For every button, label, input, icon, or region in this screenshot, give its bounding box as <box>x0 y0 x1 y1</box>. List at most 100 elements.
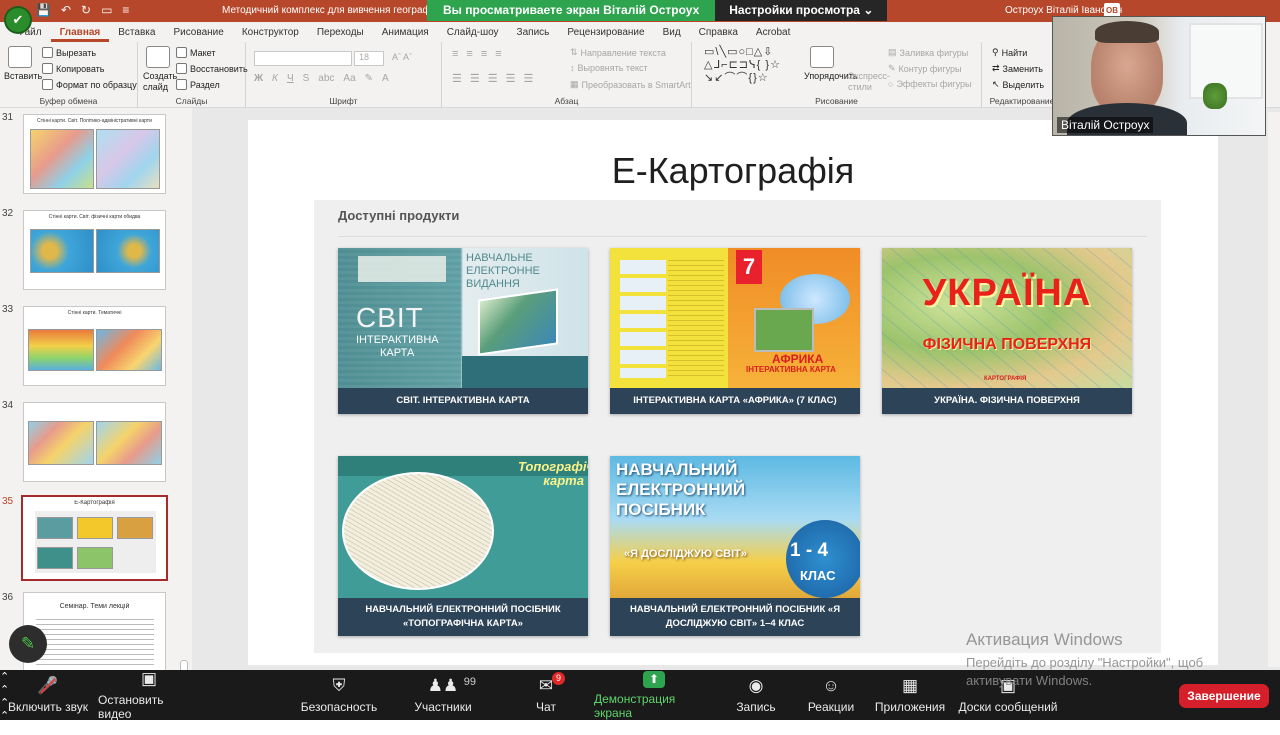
align-center-icon[interactable]: ☰ <box>470 72 480 85</box>
highlight-icon[interactable]: ✎ <box>365 73 373 84</box>
font-color-icon[interactable]: A <box>382 73 389 84</box>
bold-button[interactable]: Ж <box>254 73 263 84</box>
record-button[interactable]: ◉ Запись <box>734 670 778 720</box>
slide-thumbnail[interactable]: Стінні карти. Тематичні <box>23 306 166 386</box>
font-size-field[interactable]: 18 <box>354 51 384 66</box>
shape-outline-button[interactable]: ✎ Контур фигуры <box>888 63 961 74</box>
tab-home[interactable]: Главная <box>50 27 110 42</box>
underline-button[interactable]: Ч <box>287 73 294 84</box>
copy-button[interactable]: Копировать <box>42 63 104 74</box>
tab-draw[interactable]: Рисование <box>164 27 232 42</box>
tab-insert[interactable]: Вставка <box>109 27 164 42</box>
grow-font-icon[interactable]: Aˆ Aˇ <box>392 52 412 62</box>
strikethrough-button[interactable]: S <box>303 73 310 84</box>
replace-button[interactable]: ⇄ Заменить <box>992 63 1043 74</box>
new-slide-button[interactable]: Создать слайд <box>143 71 177 93</box>
tab-transitions[interactable]: Переходы <box>308 27 373 42</box>
tab-help[interactable]: Справка <box>690 27 747 42</box>
view-options-button[interactable]: Настройки просмотра ⌄ <box>715 0 888 21</box>
card-caption: НАВЧАЛЬНИЙ ЕЛЕКТРОННИЙ ПОСІБНИК «ТОПОГРА… <box>365 604 561 629</box>
editor-scrollbar[interactable] <box>1268 112 1280 667</box>
tab-design[interactable]: Конструктор <box>233 27 308 42</box>
justify-icon[interactable]: ☰ <box>506 72 516 85</box>
security-shield-icon[interactable]: ✔ <box>6 8 30 32</box>
line-spacing-icon[interactable]: ≡ <box>495 48 501 60</box>
apps-button[interactable]: ▦ Приложения <box>874 670 946 720</box>
tab-acrobat[interactable]: Acrobat <box>747 27 799 42</box>
slide-thumbnail[interactable]: Семінар. Теми лекцій <box>23 592 166 670</box>
thumb-card <box>77 517 113 539</box>
char-spacing-button[interactable]: abc <box>318 73 334 84</box>
card-subtitle: «Я ДОСЛІДЖУЮ СВІТ» <box>624 548 747 560</box>
text-direction-button[interactable]: ⇅ Направление текста <box>570 47 666 58</box>
italic-button[interactable]: К <box>272 73 278 84</box>
stop-video-button[interactable]: ▣ Остановить видео <box>98 669 200 721</box>
product-card[interactable]: 7 АФРИКА ІНТЕРАКТИВНА КАРТА ІНТЕРАКТИВНА… <box>610 248 860 414</box>
tab-slideshow[interactable]: Слайд-шоу <box>438 27 508 42</box>
columns-icon[interactable]: ☰ <box>524 72 534 85</box>
participants-count: 99 <box>463 676 476 688</box>
format-painter-button[interactable]: Формат по образцу <box>42 79 137 90</box>
slide-thumbnail-current[interactable]: Е-Картографія <box>21 495 168 581</box>
align-left-icon[interactable]: ☰ <box>452 72 462 85</box>
paste-icon[interactable] <box>8 46 32 68</box>
chevron-up-icon[interactable]: ⌃ <box>0 722 1280 735</box>
slide-thumbnail[interactable]: Стінні карти. Світ. фізичні карти обидва <box>23 210 166 290</box>
grade-badge: 7 <box>736 250 762 284</box>
participants-button[interactable]: ♟♟ 99 Участники <box>412 670 476 720</box>
bullets-icon[interactable]: ≡ <box>452 48 458 60</box>
annotate-pen-icon[interactable]: ✎ <box>9 625 47 663</box>
change-case-button[interactable]: Aa <box>343 73 355 84</box>
section-button[interactable]: Раздел <box>176 79 220 90</box>
layout-button[interactable]: Макет <box>176 47 215 58</box>
redo-icon[interactable]: ↻ <box>81 3 91 17</box>
slide[interactable]: Е-Картографія Доступні продукти СВІТ ІНТ… <box>248 120 1218 665</box>
security-button[interactable]: ⛨ Безопасность <box>300 670 378 720</box>
product-card[interactable]: УКРАЇНА ФІЗИЧНА ПОВЕРХНЯ КАРТОГРАФІЯ УКР… <box>882 248 1132 414</box>
share-screen-button[interactable]: ⬆ Демонстрация экрана <box>594 670 714 720</box>
search-icon: ⚲ <box>992 47 999 57</box>
indent-icon[interactable]: ≡ <box>481 48 487 60</box>
card-logo-text: НАВЧАЛЬНИЙ ЕЛЕКТРОННИЙ ПОСІБНИК <box>616 460 746 519</box>
select-button[interactable]: ↖ Выделить <box>992 79 1044 90</box>
tab-record[interactable]: Запись <box>508 27 559 42</box>
align-text-button[interactable]: ↕ Выровнять текст <box>570 63 648 73</box>
cut-button[interactable]: Вырезать <box>42 47 96 58</box>
new-slide-icon[interactable] <box>146 46 170 68</box>
unmute-button[interactable]: 🎤 Включить звук <box>6 670 90 720</box>
slide-thumbnail[interactable] <box>23 402 166 482</box>
product-card[interactable]: Топографічнакарта НАВЧАЛЬНИЙ ЕЛЕКТРОННИЙ… <box>338 456 588 636</box>
slide-thumbnail[interactable]: Стінні карти. Світ. Політико-адміністрат… <box>23 114 166 194</box>
tab-review[interactable]: Рецензирование <box>558 27 653 42</box>
paste-button[interactable]: Вставить <box>4 71 42 81</box>
slide-title[interactable]: Е-Картографія <box>248 150 1218 192</box>
participant-video[interactable]: Віталій Остроух <box>1052 16 1266 136</box>
chat-button[interactable]: ✉ 9 Чат <box>528 670 565 720</box>
product-card[interactable]: НАВЧАЛЬНИЙ ЕЛЕКТРОННИЙ ПОСІБНИК «Я ДОСЛІДЖ… <box>610 456 860 636</box>
customize-qat-icon[interactable]: ≡ <box>122 3 129 17</box>
tab-animations[interactable]: Анимация <box>373 27 438 42</box>
reactions-button[interactable]: ☺ Реакции <box>806 670 856 720</box>
card-caption: СВІТ. ІНТЕРАКТИВНА КАРТА <box>396 395 530 406</box>
font-name-field[interactable] <box>254 51 352 66</box>
section-icon <box>176 79 187 90</box>
card-logo-text: АФРИКА <box>772 352 824 366</box>
find-button[interactable]: ⚲ Найти <box>992 47 1027 58</box>
align-right-icon[interactable]: ☰ <box>488 72 498 85</box>
save-icon[interactable]: 💾 <box>36 3 51 17</box>
start-slideshow-icon[interactable]: ▭ <box>101 3 112 17</box>
shape-fill-button[interactable]: ▤ Заливка фигуры <box>888 47 968 58</box>
smartart-button[interactable]: ▦ Преобразовать в SmartArt <box>570 79 691 90</box>
undo-icon[interactable]: ↶ <box>61 3 71 17</box>
tab-view[interactable]: Вид <box>654 27 690 42</box>
reset-button[interactable]: Восстановить <box>176 63 248 74</box>
participants-icon: ♟♟ 99 <box>427 676 476 695</box>
thumbnails-scrollbar[interactable] <box>180 660 188 670</box>
outline-icon: ✎ <box>888 63 896 73</box>
shapes-gallery[interactable]: ▭\╲▭○□△⇩ △ᒧ⌐⊏⊐ᓭ{ }☆ ↘↙⌒⌒{}☆ <box>704 46 786 88</box>
product-card[interactable]: СВІТ ІНТЕРАКТИВНА КАРТА НАВЧАЛЬНЕ ЕЛЕКТРО… <box>338 248 588 414</box>
quick-styles-button[interactable]: Экспресс-стили <box>848 71 890 93</box>
arrange-icon[interactable] <box>810 46 834 68</box>
numbering-icon[interactable]: ≡ <box>466 48 472 60</box>
shape-effects-button[interactable]: ○ Эффекты фигуры <box>888 79 971 89</box>
